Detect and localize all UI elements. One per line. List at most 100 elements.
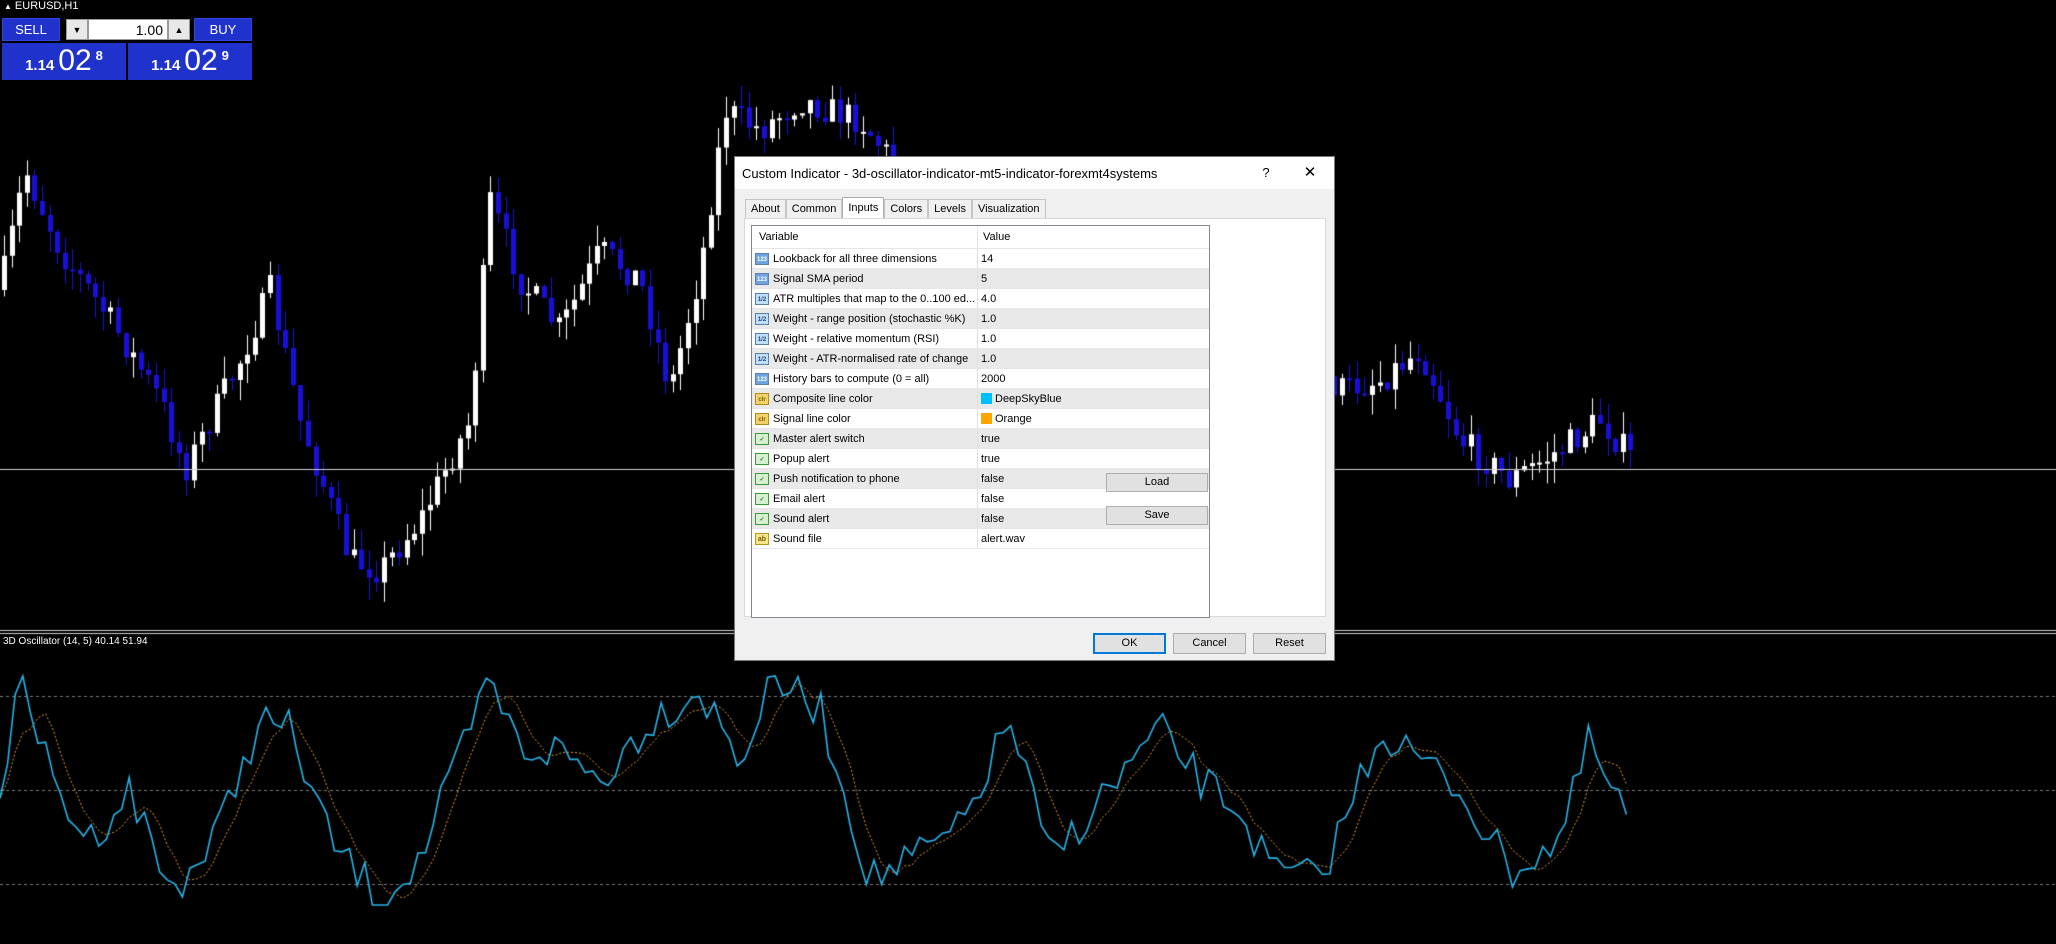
dbl-type-icon: 1/2 bbox=[755, 352, 769, 365]
ask-fraction: 9 bbox=[221, 48, 229, 63]
input-row[interactable]: clr Signal line color Orange bbox=[752, 409, 1209, 429]
value-cell[interactable]: 4.0 bbox=[978, 289, 996, 308]
variable-name: Email alert bbox=[773, 492, 825, 505]
input-row[interactable]: 1/2 ATR multiples that map to the 0..100 … bbox=[752, 289, 1209, 309]
variable-cell: ✓ Master alert switch bbox=[752, 429, 978, 448]
ok-button[interactable]: OK bbox=[1093, 633, 1166, 654]
variable-name: Weight - relative momentum (RSI) bbox=[773, 332, 940, 345]
variable-value: alert.wav bbox=[981, 532, 1026, 545]
variable-name: Push notification to phone bbox=[773, 472, 900, 485]
input-row[interactable]: 123 Signal SMA period 5 bbox=[752, 269, 1209, 289]
variable-value: true bbox=[981, 452, 1000, 465]
lot-increase-button[interactable]: ▲ bbox=[168, 19, 190, 40]
dbl-type-icon: 1/2 bbox=[755, 312, 769, 325]
input-row[interactable]: 1/2 Weight - ATR-normalised rate of chang… bbox=[752, 349, 1209, 369]
variable-name: Weight - range position (stochastic %K) bbox=[773, 312, 966, 325]
input-row[interactable]: ✓ Popup alert true bbox=[752, 449, 1209, 469]
tab-inputs[interactable]: Inputs bbox=[842, 197, 885, 218]
variable-name: Signal SMA period bbox=[773, 272, 864, 285]
dialog-titlebar[interactable]: Custom Indicator - 3d-oscillator-indicat… bbox=[735, 157, 1334, 189]
dbl-type-icon: 1/2 bbox=[755, 292, 769, 305]
tab-about[interactable]: About bbox=[745, 199, 786, 218]
tab-colors[interactable]: Colors bbox=[884, 199, 929, 218]
tab-common[interactable]: Common bbox=[785, 199, 843, 218]
value-cell[interactable]: true bbox=[978, 449, 1000, 468]
tab-visualization[interactable]: Visualization bbox=[971, 199, 1046, 218]
clr-type-icon: clr bbox=[755, 412, 769, 425]
buy-button[interactable]: BUY bbox=[194, 18, 252, 41]
variable-value: 1.0 bbox=[981, 352, 997, 365]
variable-cell: 1/2 Weight - ATR-normalised rate of chang… bbox=[752, 349, 978, 368]
value-cell[interactable]: true bbox=[978, 429, 1000, 448]
bool-type-icon: ✓ bbox=[755, 472, 769, 485]
variable-cell: ✓ Push notification to phone bbox=[752, 469, 978, 488]
value-cell[interactable]: false bbox=[978, 469, 1004, 488]
value-cell[interactable]: alert.wav bbox=[978, 529, 1025, 548]
help-button[interactable]: ? bbox=[1251, 163, 1281, 183]
value-cell[interactable]: 1.0 bbox=[978, 309, 996, 328]
custom-indicator-dialog: Custom Indicator - 3d-oscillator-indicat… bbox=[734, 156, 1335, 661]
variable-cell: ✓ Popup alert bbox=[752, 449, 978, 468]
value-cell[interactable]: 2000 bbox=[978, 369, 1005, 388]
variable-cell: 123 Signal SMA period bbox=[752, 269, 978, 288]
value-cell[interactable]: false bbox=[978, 509, 1004, 528]
dialog-tabs: About Common Inputs Colors Levels Visualizati… bbox=[745, 197, 1046, 218]
variable-name: Sound alert bbox=[773, 512, 830, 525]
value-cell[interactable]: false bbox=[978, 489, 1004, 508]
value-column-header[interactable]: Value bbox=[978, 226, 1010, 248]
symbol-text: EURUSD,H1 bbox=[14, 0, 79, 12]
variable-value: false bbox=[981, 492, 1005, 505]
input-row[interactable]: 1/2 Weight - relative momentum (RSI) 1.0 bbox=[752, 329, 1209, 349]
variable-cell: 123 History bars to compute (0 = all) bbox=[752, 369, 978, 388]
chart-symbol-label: ▲ EURUSD,H1 bbox=[4, 0, 79, 12]
collapse-triangle-icon[interactable]: ▲ bbox=[4, 2, 12, 11]
lot-size-input[interactable]: 1.00 bbox=[88, 19, 168, 40]
variable-cell: clr Composite line color bbox=[752, 389, 978, 408]
cancel-button[interactable]: Cancel bbox=[1173, 633, 1246, 654]
ask-prefix: 1.14 bbox=[151, 57, 181, 74]
variable-cell: 123 Lookback for all three dimensions bbox=[752, 249, 978, 268]
one-click-trading-panel: SELL ▼ 1.00 ▲ BUY 1.14 02 8 1.14 02 9 bbox=[2, 18, 252, 80]
sell-button[interactable]: SELL bbox=[2, 18, 60, 41]
variable-value: Orange bbox=[995, 412, 1032, 425]
variable-name: Sound file bbox=[773, 532, 822, 545]
color-swatch bbox=[981, 413, 992, 424]
variable-name: ATR multiples that map to the 0..100 ed.… bbox=[773, 292, 976, 305]
tab-levels[interactable]: Levels bbox=[928, 199, 972, 218]
value-cell[interactable]: Orange bbox=[978, 409, 1032, 428]
input-row[interactable]: 123 History bars to compute (0 = all) 2000 bbox=[752, 369, 1209, 389]
grid-rows: 123 Lookback for all three dimensions 14 12… bbox=[752, 249, 1209, 549]
int-type-icon: 123 bbox=[755, 272, 769, 285]
dialog-title: Custom Indicator - 3d-oscillator-indicat… bbox=[742, 166, 1158, 181]
value-cell[interactable]: 14 bbox=[978, 249, 993, 268]
load-button[interactable]: Load bbox=[1106, 473, 1208, 492]
ask-quote[interactable]: 1.14 02 9 bbox=[128, 43, 252, 80]
variable-value: false bbox=[981, 472, 1005, 485]
bool-type-icon: ✓ bbox=[755, 432, 769, 445]
reset-button[interactable]: Reset bbox=[1253, 633, 1326, 654]
variable-name: Popup alert bbox=[773, 452, 830, 465]
value-cell[interactable]: 1.0 bbox=[978, 349, 996, 368]
bid-quote[interactable]: 1.14 02 8 bbox=[2, 43, 126, 80]
save-button[interactable]: Save bbox=[1106, 506, 1208, 525]
close-button[interactable]: ✕ bbox=[1295, 163, 1325, 183]
variable-name: Master alert switch bbox=[773, 432, 865, 445]
input-row[interactable]: 123 Lookback for all three dimensions 14 bbox=[752, 249, 1209, 269]
variable-value: 14 bbox=[981, 252, 994, 265]
input-row[interactable]: 1/2 Weight - range position (stochastic %… bbox=[752, 309, 1209, 329]
value-cell[interactable]: 5 bbox=[978, 269, 987, 288]
value-cell[interactable]: 1.0 bbox=[978, 329, 996, 348]
variable-name: Lookback for all three dimensions bbox=[773, 252, 937, 265]
grid-header: Variable Value bbox=[752, 226, 1209, 249]
value-cell[interactable]: DeepSkyBlue bbox=[978, 389, 1062, 408]
input-row[interactable]: clr Composite line color DeepSkyBlue bbox=[752, 389, 1209, 409]
variable-value: 2000 bbox=[981, 372, 1006, 385]
input-row[interactable]: ✓ Master alert switch true bbox=[752, 429, 1209, 449]
bool-type-icon: ✓ bbox=[755, 512, 769, 525]
bool-type-icon: ✓ bbox=[755, 452, 769, 465]
lot-decrease-button[interactable]: ▼ bbox=[66, 19, 88, 40]
variable-name: History bars to compute (0 = all) bbox=[773, 372, 930, 385]
input-row[interactable]: ab Sound file alert.wav bbox=[752, 529, 1209, 549]
variable-column-header[interactable]: Variable bbox=[752, 226, 978, 248]
variable-cell: 1/2 Weight - relative momentum (RSI) bbox=[752, 329, 978, 348]
